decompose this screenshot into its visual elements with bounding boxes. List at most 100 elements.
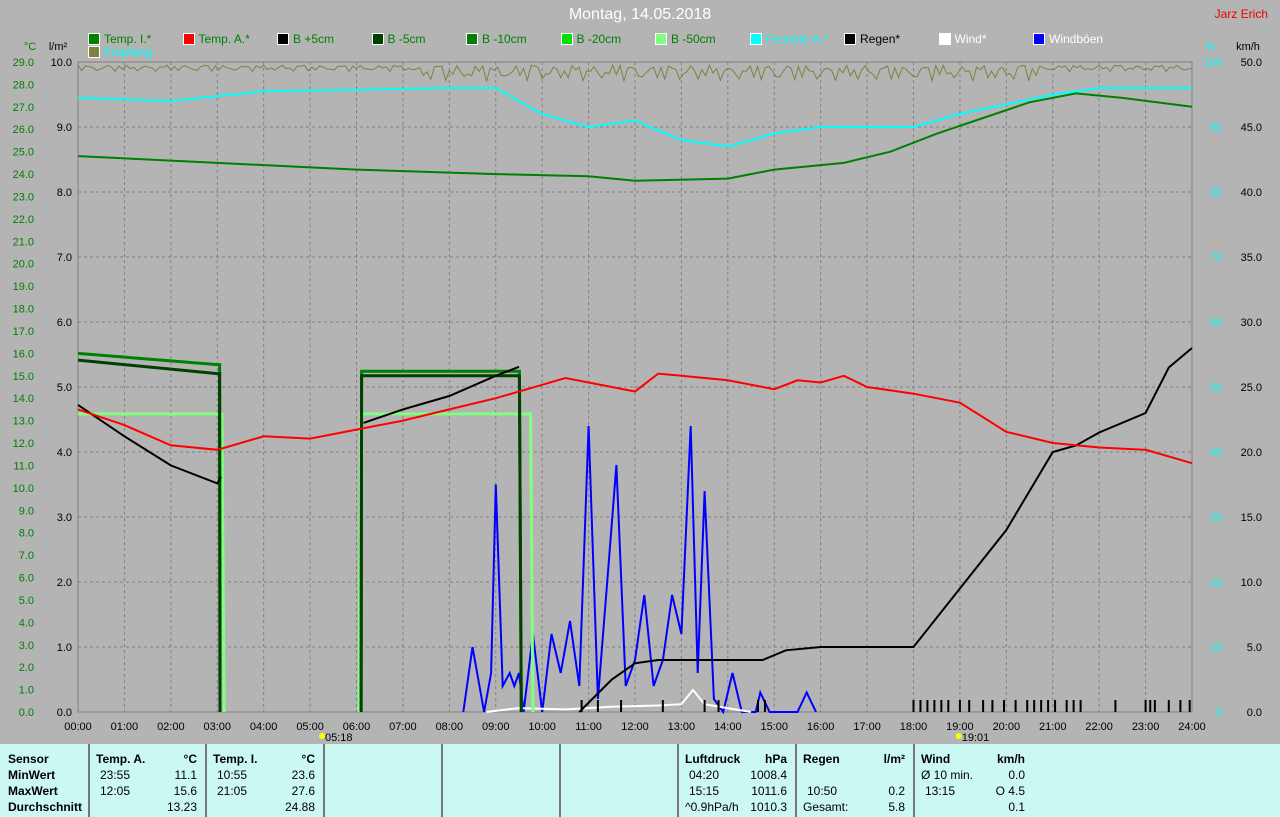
tick-label-x: 18:00 bbox=[900, 721, 928, 733]
rain-tick bbox=[661, 700, 664, 712]
tick-label-temp: 6.0 bbox=[19, 573, 34, 585]
axis-unit-temp: °C bbox=[24, 41, 36, 53]
wd-mean: 0.1 bbox=[1008, 800, 1025, 814]
tick-label-x: 24:00 bbox=[1178, 721, 1206, 733]
axis-unit-rain: l/m² bbox=[49, 41, 68, 53]
tick-label-temp: 13.0 bbox=[13, 416, 34, 428]
tick-label-hum: 70 bbox=[1210, 252, 1222, 264]
tick-label-hum: 10 bbox=[1210, 642, 1222, 654]
rain-tick bbox=[703, 700, 706, 712]
tick-label-rain: 4.0 bbox=[57, 447, 72, 459]
tick-label-temp: 16.0 bbox=[13, 348, 34, 360]
tick-label-rain: 7.0 bbox=[57, 252, 72, 264]
tick-label-temp: 2.0 bbox=[19, 662, 34, 674]
tick-label-rain: 10.0 bbox=[51, 57, 72, 69]
rain-tick bbox=[1065, 700, 1068, 712]
tick-label-temp: 10.0 bbox=[13, 483, 34, 495]
rain-tick bbox=[1040, 700, 1043, 712]
tick-label-x: 07:00 bbox=[389, 721, 417, 733]
tick-label-temp: 15.0 bbox=[13, 371, 34, 383]
tick-label-wind: 40.0 bbox=[1241, 187, 1262, 199]
tick-label-wind: 50.0 bbox=[1241, 57, 1262, 69]
tick-label-x: 16:00 bbox=[807, 721, 835, 733]
ti-min-time: 10:55 bbox=[217, 768, 248, 782]
sun-rise-time: 05:18 bbox=[325, 732, 353, 744]
wd-max-value: O 4.5 bbox=[995, 784, 1025, 798]
rg-header: Regen bbox=[803, 752, 840, 766]
lp-trend: ^0.9hPa/h bbox=[685, 800, 739, 814]
tick-label-wind: 25.0 bbox=[1241, 382, 1262, 394]
wd-header: Wind bbox=[921, 752, 951, 766]
tick-label-temp: 8.0 bbox=[19, 528, 34, 540]
ti-header: Temp. I. bbox=[213, 752, 258, 766]
ti-min-value: 23.6 bbox=[291, 768, 315, 782]
tick-label-hum: 0 bbox=[1216, 707, 1222, 719]
lp-unit: hPa bbox=[764, 752, 787, 766]
axis-unit-hum: % bbox=[1205, 41, 1215, 53]
ta-avg: 13.23 bbox=[166, 800, 197, 814]
rg-max-time: 10:50 bbox=[807, 784, 838, 798]
tick-label-hum: 50 bbox=[1210, 382, 1222, 394]
lp-header: Luftdruck bbox=[685, 752, 741, 766]
rain-tick bbox=[1179, 700, 1182, 712]
tick-label-x: 23:00 bbox=[1132, 721, 1160, 733]
tick-label-x: 11:00 bbox=[575, 721, 602, 733]
rain-tick bbox=[1026, 700, 1029, 712]
tick-label-temp: 28.0 bbox=[13, 79, 34, 91]
tick-label-x: 13:00 bbox=[668, 721, 696, 733]
tick-label-temp: 7.0 bbox=[19, 550, 34, 562]
tick-label-x: 00:00 bbox=[64, 721, 92, 733]
rain-tick bbox=[1079, 700, 1082, 712]
tick-label-temp: 20.0 bbox=[13, 259, 34, 271]
tick-label-rain: 5.0 bbox=[57, 382, 72, 394]
rg-unit: l/m² bbox=[883, 752, 905, 766]
tick-label-x: 21:00 bbox=[1039, 721, 1067, 733]
tick-label-wind: 45.0 bbox=[1241, 122, 1262, 134]
tick-label-x: 02:00 bbox=[157, 721, 185, 733]
tick-label-temp: 22.0 bbox=[13, 214, 34, 226]
tick-label-temp: 24.0 bbox=[13, 169, 34, 181]
rain-tick bbox=[1054, 700, 1057, 712]
ti-unit: °C bbox=[301, 752, 315, 766]
rain-tick bbox=[717, 700, 720, 712]
tick-label-rain: 0.0 bbox=[57, 707, 72, 719]
tick-label-temp: 19.0 bbox=[13, 281, 34, 293]
rain-tick bbox=[1014, 700, 1017, 712]
rain-tick bbox=[757, 700, 760, 712]
lp-max-time: 15:15 bbox=[689, 784, 720, 798]
rg-total-value: 5.8 bbox=[888, 800, 905, 814]
rain-tick bbox=[933, 700, 936, 712]
tick-label-x: 15:00 bbox=[760, 721, 788, 733]
tick-label-wind: 15.0 bbox=[1241, 512, 1262, 524]
tick-label-wind: 0.0 bbox=[1247, 707, 1262, 719]
tick-label-wind: 30.0 bbox=[1241, 317, 1262, 329]
tick-label-temp: 4.0 bbox=[19, 617, 34, 629]
rain-tick bbox=[958, 700, 961, 712]
ti-avg: 24.88 bbox=[284, 800, 315, 814]
tick-label-x: 10:00 bbox=[528, 721, 556, 733]
tick-label-wind: 10.0 bbox=[1241, 577, 1262, 589]
tick-label-x: 01:00 bbox=[111, 721, 139, 733]
tick-label-x: 17:00 bbox=[853, 721, 881, 733]
rain-tick bbox=[1144, 700, 1147, 712]
rain-tick bbox=[1167, 700, 1170, 712]
rain-tick bbox=[620, 700, 623, 712]
tick-label-hum: 90 bbox=[1210, 122, 1222, 134]
sensor-label: Sensor bbox=[8, 752, 49, 766]
tick-label-hum: 40 bbox=[1210, 447, 1222, 459]
rain-tick bbox=[1033, 700, 1036, 712]
tick-label-temp: 27.0 bbox=[13, 102, 34, 114]
tick-label-rain: 3.0 bbox=[57, 512, 72, 524]
tick-label-hum: 60 bbox=[1210, 317, 1222, 329]
max-label: MaxWert bbox=[8, 784, 58, 798]
tick-label-rain: 8.0 bbox=[57, 187, 72, 199]
rain-tick bbox=[1153, 700, 1156, 712]
tick-label-wind: 20.0 bbox=[1241, 447, 1262, 459]
tick-label-rain: 1.0 bbox=[57, 642, 72, 654]
tick-label-x: 04:00 bbox=[250, 721, 278, 733]
axis-unit-wind: km/h bbox=[1236, 41, 1260, 53]
rain-tick bbox=[1047, 700, 1050, 712]
tick-label-temp: 18.0 bbox=[13, 304, 34, 316]
rain-tick bbox=[968, 700, 971, 712]
tick-label-x: 03:00 bbox=[203, 721, 231, 733]
